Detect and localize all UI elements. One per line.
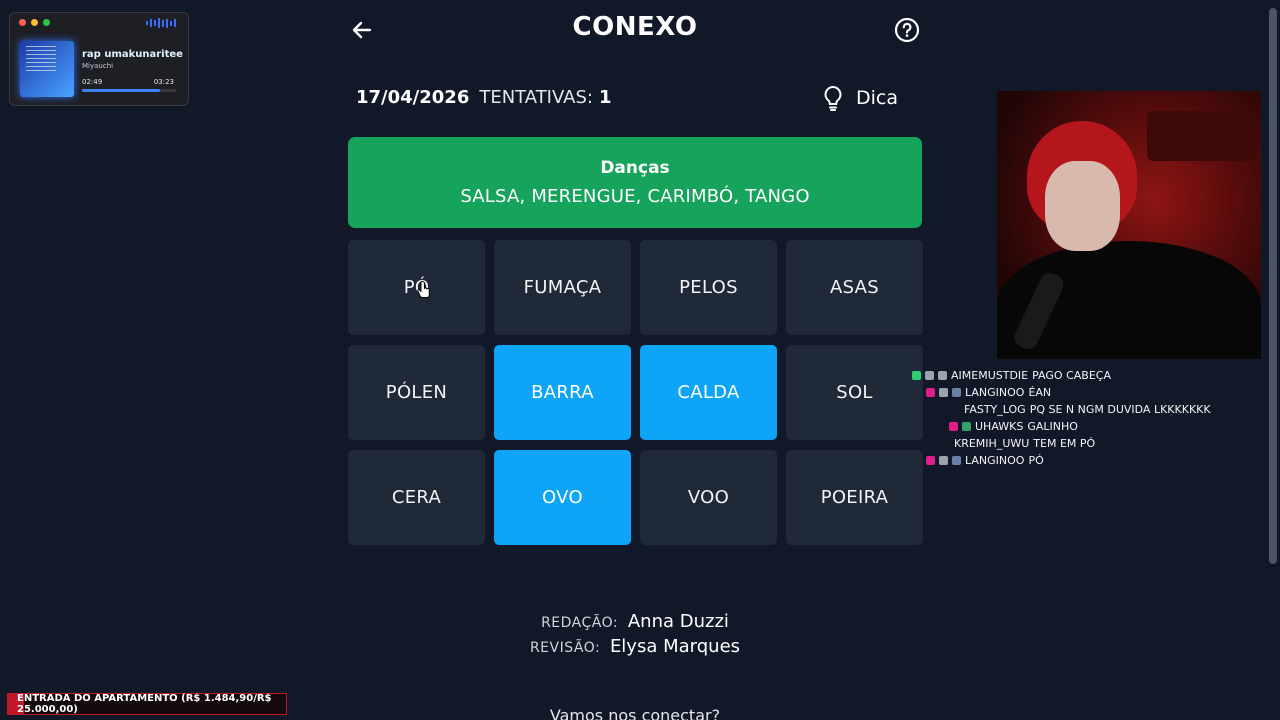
track-total-time: 03:23 (153, 78, 174, 86)
chat-badge-icon (952, 388, 961, 397)
webcam-feed (997, 91, 1261, 359)
chat-badge-icon (925, 371, 934, 380)
chat-text: TEM EM PÓ (1033, 437, 1096, 450)
chat-badge-icon (926, 388, 935, 397)
lightbulb-icon (824, 86, 842, 111)
credit-writing: REDAÇÃO: Anna Duzzi (0, 611, 1270, 632)
word-tile[interactable]: CERA (348, 450, 485, 545)
word-tile[interactable]: SOL (786, 345, 923, 440)
writing-label: REDAÇÃO: (541, 615, 619, 631)
word-tile[interactable]: VOO (640, 450, 777, 545)
hint-button[interactable]: Dica (822, 85, 898, 111)
album-cover (20, 41, 74, 97)
chat-message: LANGINOO PÓ (926, 452, 1044, 469)
chat-text: PAGO CABEÇA (1032, 369, 1111, 382)
chat-message: KREMIH_UWU TEM EM PÓ (954, 435, 1095, 452)
maximize-dot (43, 19, 50, 26)
puzzle-date: 17/04/2026 (356, 87, 470, 108)
chat-badge-icon (926, 456, 935, 465)
track-artist: Miyauchi (82, 62, 114, 70)
window-controls (19, 19, 50, 26)
chat-badge-icon (939, 388, 948, 397)
writing-name: Anna Duzzi (627, 611, 729, 632)
credit-review: REVISÃO: Elysa Marques (0, 636, 1270, 657)
hand-cursor-icon (417, 281, 430, 298)
track-title: rap umakunaritee (82, 49, 183, 60)
page-title: CONEXO (572, 12, 698, 42)
chat-message: AIMEMUSTDIE PAGO CABEÇA (912, 367, 1111, 384)
chat-badge-icon (939, 456, 948, 465)
word-tile[interactable]: PELOS (640, 240, 777, 335)
word-tile[interactable]: ASAS (786, 240, 923, 335)
word-tile-selected[interactable]: CALDA (640, 345, 777, 440)
help-circle-icon[interactable] (894, 17, 920, 43)
solved-group-name: Danças (600, 158, 670, 178)
word-grid: PÓ FUMAÇA PELOS ASAS PÓLEN BARRA CALDA S… (348, 240, 923, 545)
chat-user: KREMIH_UWU (954, 437, 1030, 450)
minimize-dot (31, 19, 38, 26)
scrollbar-thumb[interactable] (1269, 8, 1277, 564)
review-name: Elysa Marques (609, 636, 741, 657)
word-tile[interactable]: PÓLEN (348, 345, 485, 440)
game-info: 17/04/2026 TENTATIVAS: 1 (356, 87, 612, 108)
chat-message: LANGINOO ÉAN (926, 384, 1051, 401)
chat-user: LANGINOO (965, 386, 1025, 399)
word-tile-selected[interactable]: OVO (494, 450, 631, 545)
music-player-widget: rap umakunaritee Miyauchi 02:49 03:23 (9, 12, 189, 106)
chat-user: UHAWKS (975, 420, 1024, 433)
chat-message: UHAWKS GALINHO (949, 418, 1078, 435)
chat-badge-icon (912, 371, 921, 380)
solved-group: Danças SALSA, MERENGUE, CARIMBÓ, TANGO (348, 137, 922, 228)
chat-message: FASTY_LOG PQ SE N NGM DUVIDA LKKKKKKK (964, 401, 1211, 418)
chat-text: GALINHO (1027, 420, 1078, 433)
hint-label: Dica (856, 87, 898, 109)
chat-badge-icon (952, 456, 961, 465)
solved-group-words: SALSA, MERENGUE, CARIMBÓ, TANGO (460, 186, 810, 207)
chat-badge-icon (949, 422, 958, 431)
goal-text: ENTRADA DO APARTAMENTO (R$ 1.484,90/R$ 2… (17, 693, 272, 715)
attempts-label: TENTATIVAS: (479, 87, 593, 108)
chat-user: LANGINOO (965, 454, 1025, 467)
chat-user: FASTY_LOG (964, 403, 1026, 416)
chat-user: AIMEMUSTDIE (951, 369, 1029, 382)
chat-badge-icon (938, 371, 947, 380)
chat-badge-icon (962, 422, 971, 431)
attempts-count: 1 (598, 87, 612, 108)
review-label: REVISÃO: (529, 640, 601, 656)
chat-text: ÉAN (1028, 386, 1052, 399)
close-dot (19, 19, 26, 26)
audio-wave-icon (146, 18, 176, 28)
word-tile-selected[interactable]: BARRA (494, 345, 631, 440)
word-tile[interactable]: POEIRA (786, 450, 923, 545)
word-tile[interactable]: FUMAÇA (494, 240, 631, 335)
track-current-time: 02:49 (82, 78, 103, 86)
chat-text: PQ SE N NGM DUVIDA LKKKKKKK (1029, 403, 1211, 416)
track-progress-fill (82, 89, 161, 92)
chat-text: PÓ (1028, 454, 1044, 467)
track-progress (82, 89, 176, 92)
donation-goal-bar: ENTRADA DO APARTAMENTO (R$ 1.484,90/R$ 2… (7, 693, 287, 715)
